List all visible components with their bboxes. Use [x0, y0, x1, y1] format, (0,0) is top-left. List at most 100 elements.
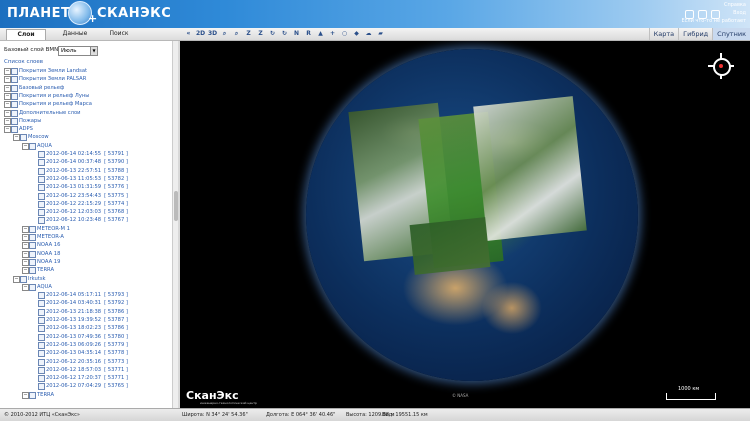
help-link[interactable]: Справка [681, 1, 746, 9]
layer-checkbox[interactable] [38, 317, 45, 324]
layer-checkbox[interactable] [20, 275, 27, 283]
layer-checkbox[interactable] [29, 234, 36, 241]
layer-checkbox[interactable] [38, 217, 45, 225]
status-bar: © 2010-2012 ИТЦ «СканЭкс» Широта: N 34° … [0, 408, 750, 421]
expand-toggle-icon[interactable]: − [13, 134, 20, 142]
toolbar-button[interactable]: ⌕ [232, 29, 241, 38]
layer-checkbox[interactable] [29, 242, 36, 250]
expand-toggle-icon[interactable]: − [22, 250, 29, 258]
toolbar-button[interactable]: + [328, 29, 337, 38]
compass-icon[interactable] [708, 53, 734, 79]
layer-checkbox[interactable] [38, 175, 45, 183]
layer-checkbox[interactable] [38, 184, 45, 192]
map-tab[interactable]: Спутник [712, 28, 750, 40]
layer-checkbox[interactable] [38, 159, 45, 167]
layer-checkbox[interactable] [20, 134, 27, 142]
expand-toggle-icon[interactable]: − [4, 117, 11, 125]
layer-checkbox[interactable] [29, 225, 36, 233]
expand-toggle-icon[interactable]: − [22, 242, 29, 250]
layer-checkbox[interactable] [38, 200, 45, 208]
layer-checkbox[interactable] [29, 258, 36, 266]
expand-toggle-icon[interactable]: − [22, 234, 29, 241]
toolbar-button[interactable]: N [292, 29, 301, 38]
tab-data[interactable]: Данные [56, 29, 94, 39]
map-viewport[interactable]: СканЭкс инженерно-технологический центр … [180, 41, 750, 408]
scene-id: [ 53771 ] [104, 366, 128, 373]
expand-toggle-icon[interactable]: − [4, 109, 11, 117]
toolbar-button[interactable]: Z [256, 29, 265, 38]
toolbar-button[interactable]: ☁ [364, 29, 373, 38]
layer-checkbox[interactable] [11, 117, 18, 125]
layer-checkbox[interactable] [11, 84, 18, 92]
toolbar-button[interactable]: ⌕ [220, 29, 229, 38]
login-link[interactable]: Вход [681, 9, 746, 17]
layer-label: Покрытия и рельеф Луны [19, 92, 89, 100]
toolbar-button[interactable]: ▰ [376, 29, 385, 38]
layer-checkbox[interactable] [38, 375, 45, 383]
expand-toggle-icon[interactable]: − [22, 391, 29, 399]
layer-checkbox[interactable] [38, 325, 45, 333]
expand-toggle-icon[interactable]: − [4, 76, 11, 84]
layer-checkbox[interactable] [11, 68, 18, 75]
expand-toggle-icon[interactable]: − [13, 275, 20, 283]
layer-name: Irkutsk [28, 275, 46, 282]
toolbar-button[interactable]: ○ [340, 29, 349, 38]
layer-name: TERRA [37, 391, 54, 398]
toolbar-button[interactable]: ▲ [316, 29, 325, 38]
layer-checkbox[interactable] [38, 358, 45, 366]
layer-checkbox[interactable] [29, 267, 36, 275]
map-tab[interactable]: Гибрид [678, 28, 712, 40]
layer-checkbox[interactable] [29, 142, 36, 150]
layer-checkbox[interactable] [38, 167, 45, 175]
layer-checkbox[interactable] [38, 209, 45, 217]
layer-checkbox[interactable] [38, 192, 45, 200]
layer-checkbox[interactable] [38, 308, 45, 316]
expand-toggle-icon[interactable]: − [22, 225, 29, 233]
expand-toggle-icon[interactable]: − [4, 126, 11, 134]
map-tab[interactable]: Карта [648, 28, 679, 40]
expand-toggle-icon[interactable]: − [4, 92, 11, 100]
chevron-down-icon[interactable]: ▼ [90, 47, 97, 55]
layer-label: METEOR-A [37, 233, 64, 241]
expand-toggle-icon[interactable]: − [22, 283, 29, 291]
layer-checkbox[interactable] [11, 92, 18, 100]
expand-toggle-icon[interactable]: − [22, 142, 29, 150]
layer-checkbox[interactable] [38, 292, 45, 300]
scene-id: [ 53786 ] [104, 325, 128, 332]
layer-label: 2012-06-14 00:37:48[ 53790 ] [46, 158, 128, 166]
layer-checkbox[interactable] [29, 250, 36, 258]
layer-label: AQUA [37, 283, 52, 291]
layer-checkbox[interactable] [11, 126, 18, 134]
feedback-link[interactable]: Если что-то не работает [681, 17, 746, 25]
scene-id: [ 53792 ] [104, 300, 128, 307]
expand-toggle-icon[interactable]: − [4, 68, 11, 75]
layer-checkbox[interactable] [11, 101, 18, 109]
expand-toggle-icon[interactable]: − [22, 258, 29, 266]
toolbar-button[interactable]: 3D [208, 29, 217, 38]
toolbar-button[interactable]: « [184, 29, 193, 38]
layer-checkbox[interactable] [29, 391, 36, 399]
layer-checkbox[interactable] [38, 300, 45, 308]
layer-checkbox[interactable] [11, 76, 18, 84]
layer-checkbox[interactable] [38, 383, 45, 391]
toolbar-button[interactable]: R [304, 29, 313, 38]
layer-checkbox[interactable] [38, 366, 45, 374]
expand-toggle-icon[interactable]: − [4, 84, 11, 92]
expand-toggle-icon[interactable]: − [22, 267, 29, 275]
expand-toggle-icon[interactable]: − [4, 101, 11, 109]
layer-checkbox[interactable] [29, 283, 36, 291]
toolbar-button[interactable]: 2D [196, 29, 205, 38]
toolbar-button[interactable]: Z [244, 29, 253, 38]
scene-id: [ 53778 ] [104, 350, 128, 357]
layer-checkbox[interactable] [38, 333, 45, 341]
layer-checkbox[interactable] [11, 109, 18, 117]
toolbar-button[interactable]: ↻ [280, 29, 289, 38]
layer-checkbox[interactable] [38, 350, 45, 358]
tab-layers[interactable]: Слои [6, 29, 46, 40]
toolbar-button[interactable]: ◆ [352, 29, 361, 38]
toolbar-button[interactable]: ↻ [268, 29, 277, 38]
tab-search[interactable]: Поиск [100, 29, 138, 39]
layer-checkbox[interactable] [38, 341, 45, 349]
layer-checkbox[interactable] [38, 151, 45, 158]
base-layer-select[interactable]: Июль ▼ [58, 46, 98, 56]
